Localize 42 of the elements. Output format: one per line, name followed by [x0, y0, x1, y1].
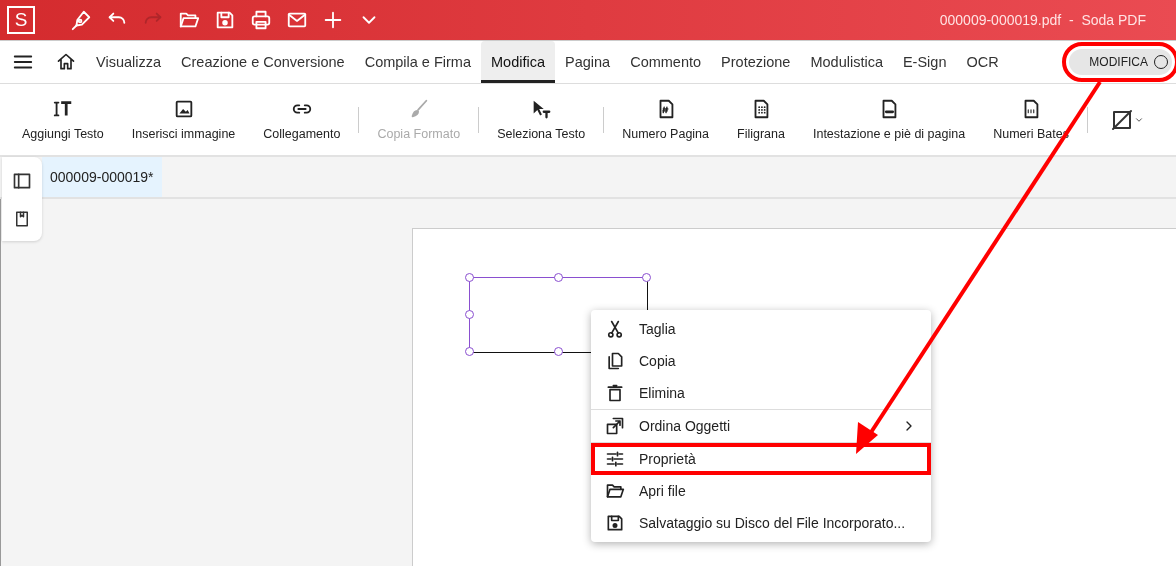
bookmark-icon [13, 209, 31, 228]
menu-item[interactable]: Salvataggio su Disco del File Incorporato... [591, 507, 931, 539]
crossed-square-icon [1109, 107, 1134, 132]
toolbar-button[interactable]: Seleziona Testo [483, 98, 600, 141]
ribbon-tab[interactable]: Commento [620, 41, 712, 83]
menu-item[interactable]: Copia [591, 345, 931, 377]
ribbon-tab[interactable]: Pagina [555, 41, 621, 83]
window-title: 000009-000019.pdf - Soda PDF [939, 12, 1146, 28]
ribbon-tab[interactable]: Protezione [711, 41, 801, 83]
print-icon [250, 9, 272, 31]
ribbon-tab[interactable]: E-Sign [892, 41, 957, 83]
arrange-icon [605, 416, 625, 436]
home-icon [56, 52, 76, 72]
ribbon-tab[interactable]: OCR [956, 41, 1009, 83]
toolbar-button[interactable]: Numero Pagina [608, 98, 723, 141]
menu-item[interactable]: Apri file [591, 475, 931, 507]
save-icon [214, 9, 236, 31]
menu-item[interactable]: Elimina [591, 377, 931, 409]
ribbon-tab[interactable]: Creazione e Conversione [171, 41, 355, 83]
menu-item[interactable]: Proprietà [591, 442, 931, 475]
trash-icon [605, 383, 625, 403]
ribbon-tab[interactable]: Modulistica [800, 41, 893, 83]
toolbar-button[interactable]: Aggiungi Testo [8, 98, 118, 141]
toolbar-button[interactable]: Filigrana [723, 98, 799, 141]
ribbon-tab[interactable]: Visualizza [86, 41, 172, 83]
menu-item[interactable]: Taglia [591, 313, 931, 345]
app-logo: S [7, 6, 35, 34]
scissors-icon [605, 319, 625, 339]
toolbar-button[interactable]: Intestazione e piè di pagina [798, 98, 980, 141]
toolbar-button[interactable]: Collegamento [249, 98, 355, 141]
bookmark-button[interactable] [13, 209, 31, 228]
save-icon [605, 513, 625, 533]
plus-icon [322, 9, 344, 31]
toolbar-button[interactable]: Inserisci immagine [117, 98, 250, 141]
folder-icon [605, 481, 625, 501]
document-tab[interactable]: 000009-000019* [42, 157, 162, 197]
menu-item[interactable]: Ordina Oggetti [591, 409, 931, 442]
pen-icon [70, 9, 92, 31]
sliders-icon [605, 449, 625, 469]
copy-icon [605, 351, 625, 371]
ribbon-tab[interactable]: Modifica [481, 41, 555, 83]
ribbon-tab[interactable]: Compila e Firma [354, 41, 481, 83]
